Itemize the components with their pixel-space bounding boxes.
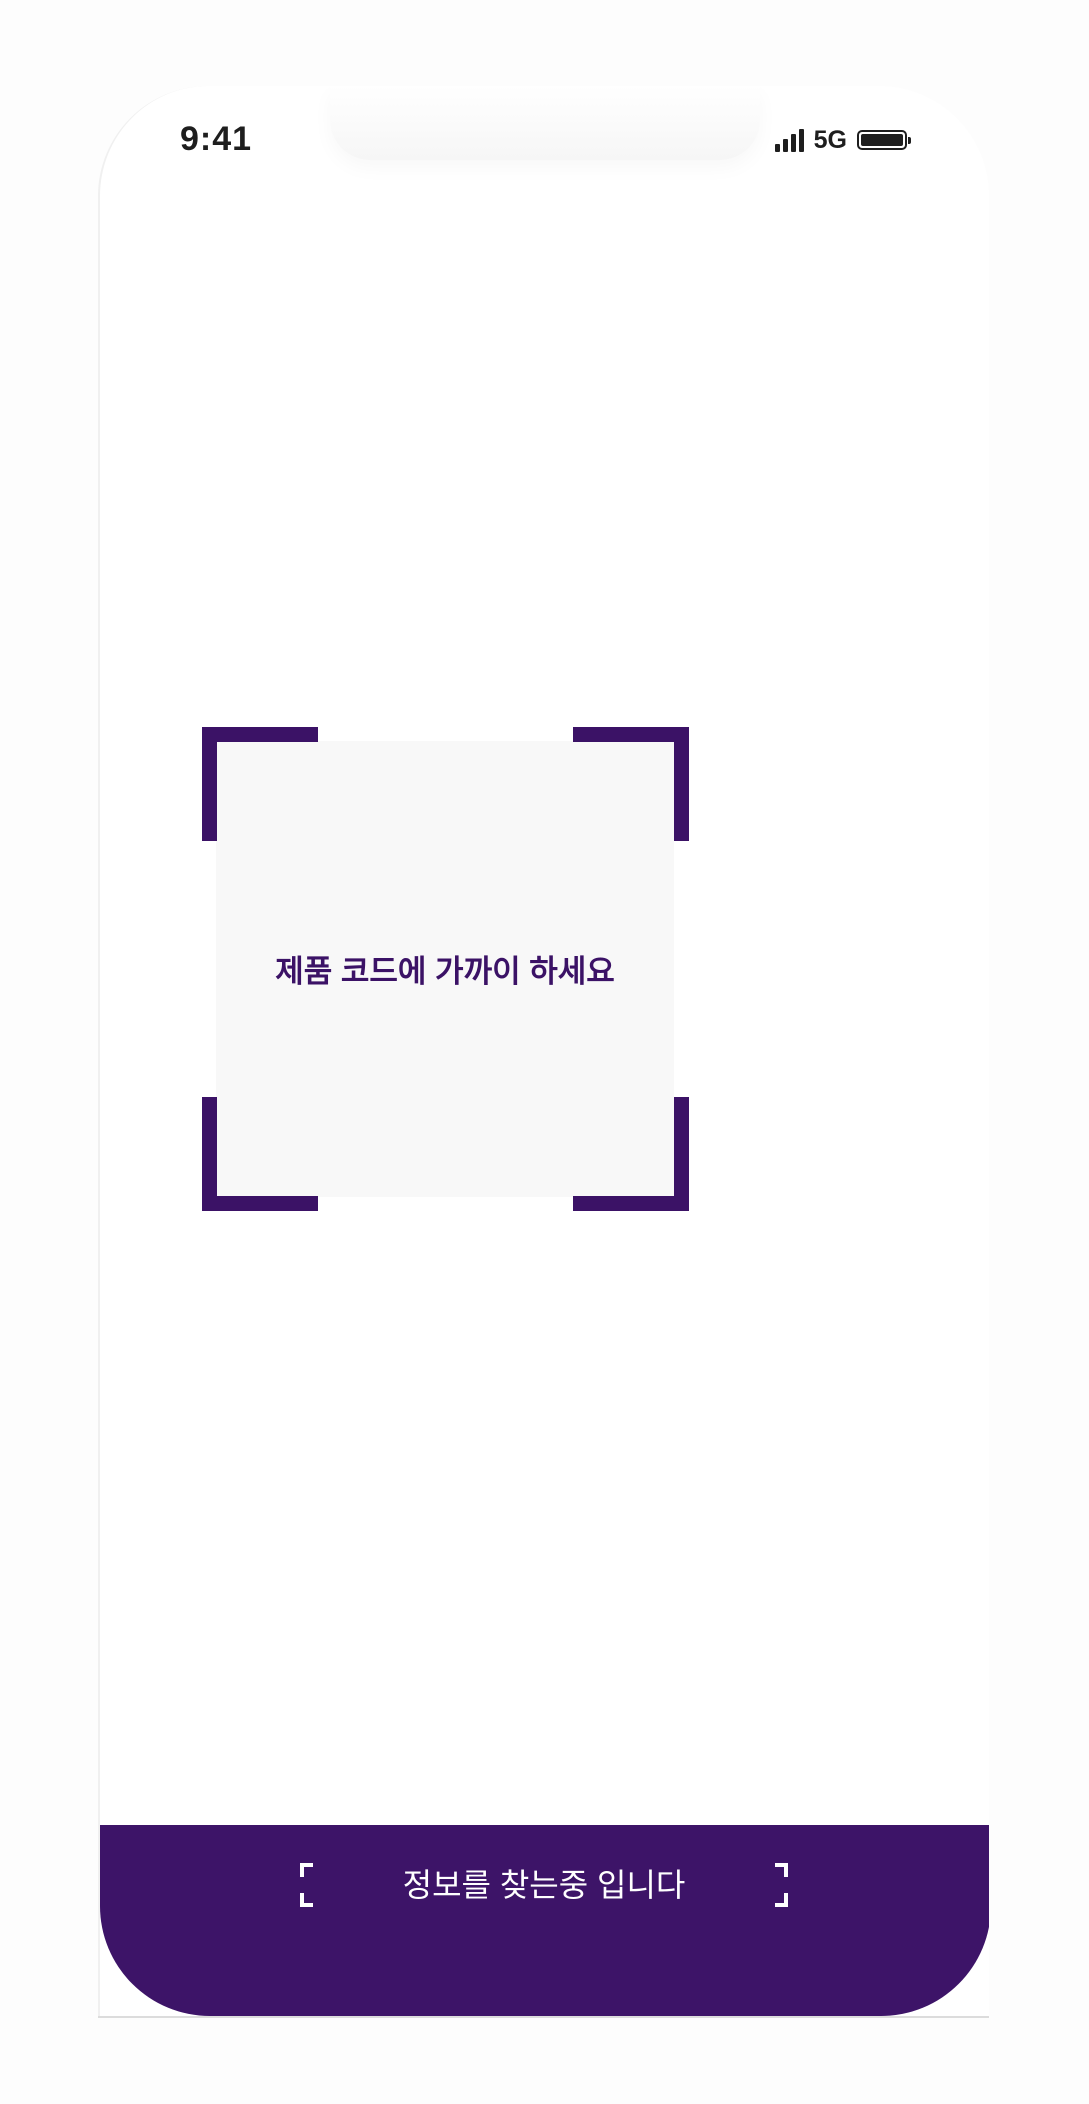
status-indicators: 5G bbox=[774, 125, 911, 154]
device-notch bbox=[330, 86, 760, 160]
signal-icon bbox=[774, 128, 804, 152]
network-type: 5G bbox=[813, 125, 847, 154]
scan-corner-top-right-icon bbox=[573, 727, 689, 841]
bracket-right-icon bbox=[774, 1863, 788, 1907]
scan-instruction: 제품 코드에 가까이 하세요 bbox=[275, 954, 615, 989]
scan-corner-bottom-left-icon bbox=[202, 1097, 318, 1211]
scan-status-bar: 정보를 찾는중 입니다 bbox=[100, 1825, 989, 2016]
bracket-left-icon bbox=[300, 1863, 314, 1907]
scan-corner-bottom-right-icon bbox=[573, 1097, 689, 1211]
battery-icon bbox=[857, 130, 911, 150]
status-time: 9:41 bbox=[180, 120, 253, 158]
scan-corner-top-left-icon bbox=[202, 727, 318, 841]
scan-status-text: 정보를 찾는중 입니다 bbox=[402, 1867, 686, 1903]
